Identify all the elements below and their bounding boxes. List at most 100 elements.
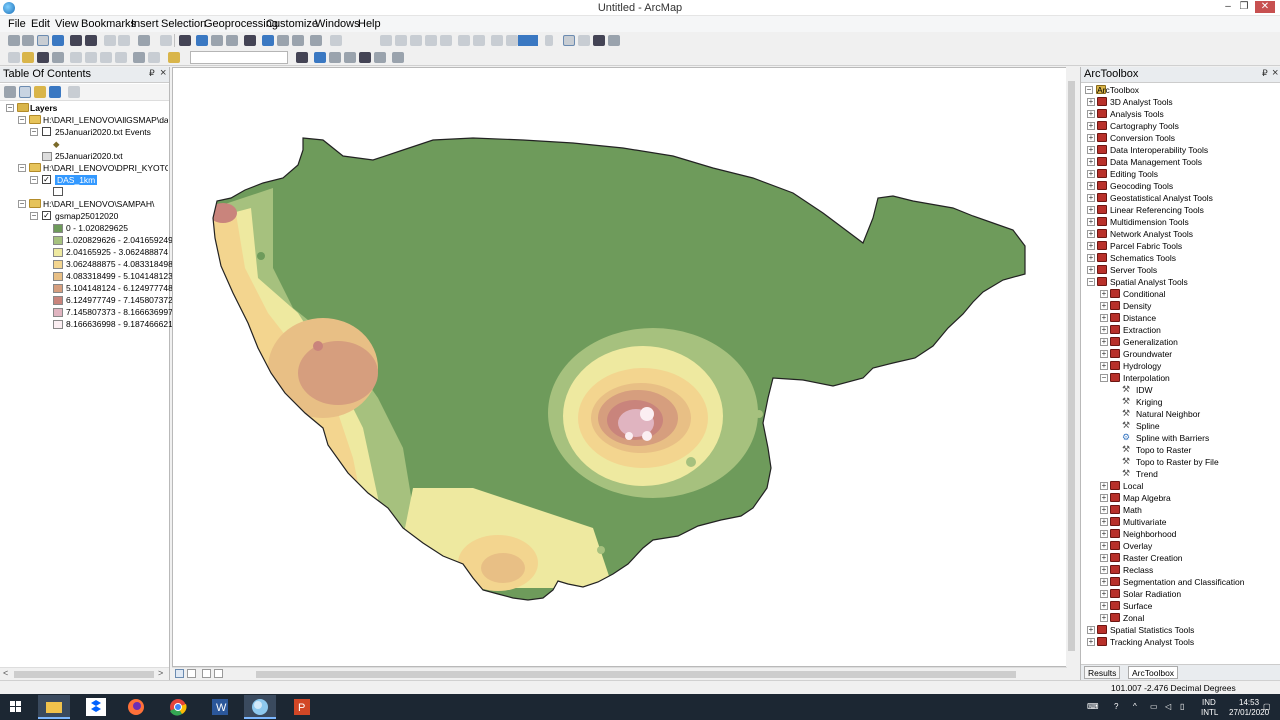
expander-plus-icon[interactable]: + — [1100, 314, 1108, 322]
menu-file[interactable]: File — [8, 18, 26, 30]
create-viewer-window-icon[interactable] — [330, 35, 342, 46]
undo-icon[interactable] — [133, 52, 145, 63]
expander-plus-icon[interactable]: + — [1087, 134, 1095, 142]
paste-icon[interactable] — [100, 52, 112, 63]
group-path-sampah[interactable]: H:\DARI_LENOVO\SAMPAH\ — [43, 198, 168, 210]
toolset-neighborhood[interactable]: Neighborhood — [1123, 528, 1176, 540]
expander-plus-icon[interactable]: + — [1087, 182, 1095, 190]
toolset-schematics[interactable]: Schematics Tools — [1110, 252, 1176, 264]
toolset-map-algebra[interactable]: Map Algebra — [1123, 492, 1171, 504]
group-path-allgsmap[interactable]: H:\DARI_LENOVO\AllGSMAP\dataC — [43, 114, 168, 126]
expander-plus-icon[interactable]: + — [1100, 554, 1108, 562]
toolset-network-analyst[interactable]: Network Analyst Tools — [1110, 228, 1193, 240]
pin-icon[interactable]: ₽ — [149, 68, 155, 79]
expander-minus-icon[interactable]: − — [18, 116, 26, 124]
save-icon[interactable] — [37, 52, 49, 63]
toolset-hydrology[interactable]: Hydrology — [1123, 360, 1161, 372]
events-layer-name[interactable]: 25Januari2020.txt Events — [55, 126, 151, 138]
expander-plus-icon[interactable]: + — [1087, 218, 1095, 226]
full-extent-icon[interactable] — [52, 35, 64, 46]
select-elements-icon[interactable] — [179, 35, 191, 46]
expander-plus-icon[interactable]: + — [1087, 98, 1095, 106]
toolset-raster-creation[interactable]: Raster Creation — [1123, 552, 1183, 564]
toolset-conversion[interactable]: Conversion Tools — [1110, 132, 1175, 144]
scroll-thumb[interactable] — [14, 671, 154, 678]
menu-insert[interactable]: Insert — [131, 18, 159, 30]
toolset-extraction[interactable]: Extraction — [1123, 324, 1161, 336]
open-icon[interactable] — [22, 52, 34, 63]
expander-minus-icon[interactable]: − — [1085, 86, 1093, 94]
precipitation-raster-map[interactable] — [173, 68, 1066, 666]
keyboard-icon[interactable]: ⌨ — [1087, 702, 1099, 711]
clock-time[interactable]: 14:53 — [1239, 698, 1259, 707]
editor-tool-icon[interactable] — [380, 35, 392, 46]
toolset-cartography[interactable]: Cartography Tools — [1110, 120, 1179, 132]
python-icon[interactable] — [359, 52, 371, 63]
toolset-analysis[interactable]: Analysis Tools — [1110, 108, 1164, 120]
expander-plus-icon[interactable]: + — [1100, 578, 1108, 586]
pause-drawing-button[interactable] — [214, 669, 223, 678]
toolset-server[interactable]: Server Tools — [1110, 264, 1157, 276]
table-of-contents-icon[interactable] — [314, 52, 326, 63]
georef-icon[interactable] — [491, 35, 503, 46]
arcscene-icon[interactable] — [392, 52, 404, 63]
expander-plus-icon[interactable]: + — [1087, 242, 1095, 250]
expander-plus-icon[interactable]: + — [1087, 194, 1095, 202]
pan-icon[interactable] — [37, 35, 49, 46]
pin-icon[interactable]: ₽ — [1262, 68, 1268, 79]
list-by-selection-icon[interactable] — [49, 86, 61, 98]
list-by-drawing-order-icon[interactable] — [4, 86, 16, 98]
print-icon[interactable] — [52, 52, 64, 63]
list-by-source-icon[interactable] — [19, 86, 31, 98]
measure-icon[interactable] — [244, 35, 256, 46]
menu-edit[interactable]: Edit — [31, 18, 50, 30]
layout-view-button[interactable] — [175, 669, 184, 678]
tool-trend[interactable]: Trend — [1136, 468, 1158, 480]
arcmap-taskbar-icon[interactable] — [244, 695, 276, 719]
toolset-surface[interactable]: Surface — [1123, 600, 1152, 612]
expander-plus-icon[interactable]: + — [1100, 506, 1108, 514]
clear-selection-icon[interactable] — [160, 35, 172, 46]
cut-icon[interactable] — [70, 52, 82, 63]
toc-close-icon[interactable]: × — [160, 67, 166, 79]
expander-plus-icon[interactable]: + — [1100, 530, 1108, 538]
copy-icon[interactable] — [85, 52, 97, 63]
map-scale-dropdown[interactable] — [190, 51, 288, 64]
volume-icon[interactable]: ◁ — [1165, 702, 1171, 711]
toolset-multivariate[interactable]: Multivariate — [1123, 516, 1166, 528]
tool-spline-with-barriers[interactable]: Spline with Barriers — [1136, 432, 1209, 444]
expander-plus-icon[interactable]: + — [1100, 590, 1108, 598]
sketch-properties-icon[interactable] — [473, 35, 485, 46]
catalog-icon[interactable] — [593, 35, 605, 46]
toolset-local[interactable]: Local — [1123, 480, 1143, 492]
expander-plus-icon[interactable]: + — [1087, 254, 1095, 262]
expander-minus-icon[interactable]: − — [18, 200, 26, 208]
expander-minus-icon[interactable]: − — [30, 128, 38, 136]
toolbox-close-icon[interactable]: × — [1272, 67, 1278, 79]
toolset-math[interactable]: Math — [1123, 504, 1142, 516]
menu-bookmarks[interactable]: Bookmarks — [81, 18, 136, 30]
das-layer-checkbox[interactable]: ✓ — [42, 175, 51, 184]
toolset-segmentation-classification[interactable]: Segmentation and Classification — [1123, 576, 1244, 588]
add-data-icon[interactable] — [168, 52, 180, 63]
new-document-icon[interactable] — [8, 52, 20, 63]
expander-minus-icon[interactable]: − — [1087, 278, 1095, 286]
edit-vertices-icon[interactable] — [395, 35, 407, 46]
chrome-icon[interactable] — [162, 695, 194, 719]
cut-polygons-icon[interactable] — [425, 35, 437, 46]
expander-plus-icon[interactable]: + — [1100, 566, 1108, 574]
tool-idw[interactable]: IDW — [1136, 384, 1153, 396]
expander-plus-icon[interactable]: + — [1100, 326, 1108, 334]
expander-plus-icon[interactable]: + — [1087, 158, 1095, 166]
menu-view[interactable]: View — [55, 18, 79, 30]
zoom-out-icon[interactable] — [22, 35, 34, 46]
das-layer-name[interactable]: DAS_1km — [55, 174, 98, 186]
expander-plus-icon[interactable]: + — [1087, 122, 1095, 130]
toolset-zonal[interactable]: Zonal — [1123, 612, 1144, 624]
go-forward-icon[interactable] — [118, 35, 130, 46]
help-tray-icon[interactable]: ? — [1114, 702, 1118, 711]
toolset-spatial-statistics[interactable]: Spatial Statistics Tools — [1110, 624, 1194, 636]
reshape-icon[interactable] — [410, 35, 422, 46]
toolset-reclass[interactable]: Reclass — [1123, 564, 1153, 576]
identify-icon[interactable] — [196, 35, 208, 46]
